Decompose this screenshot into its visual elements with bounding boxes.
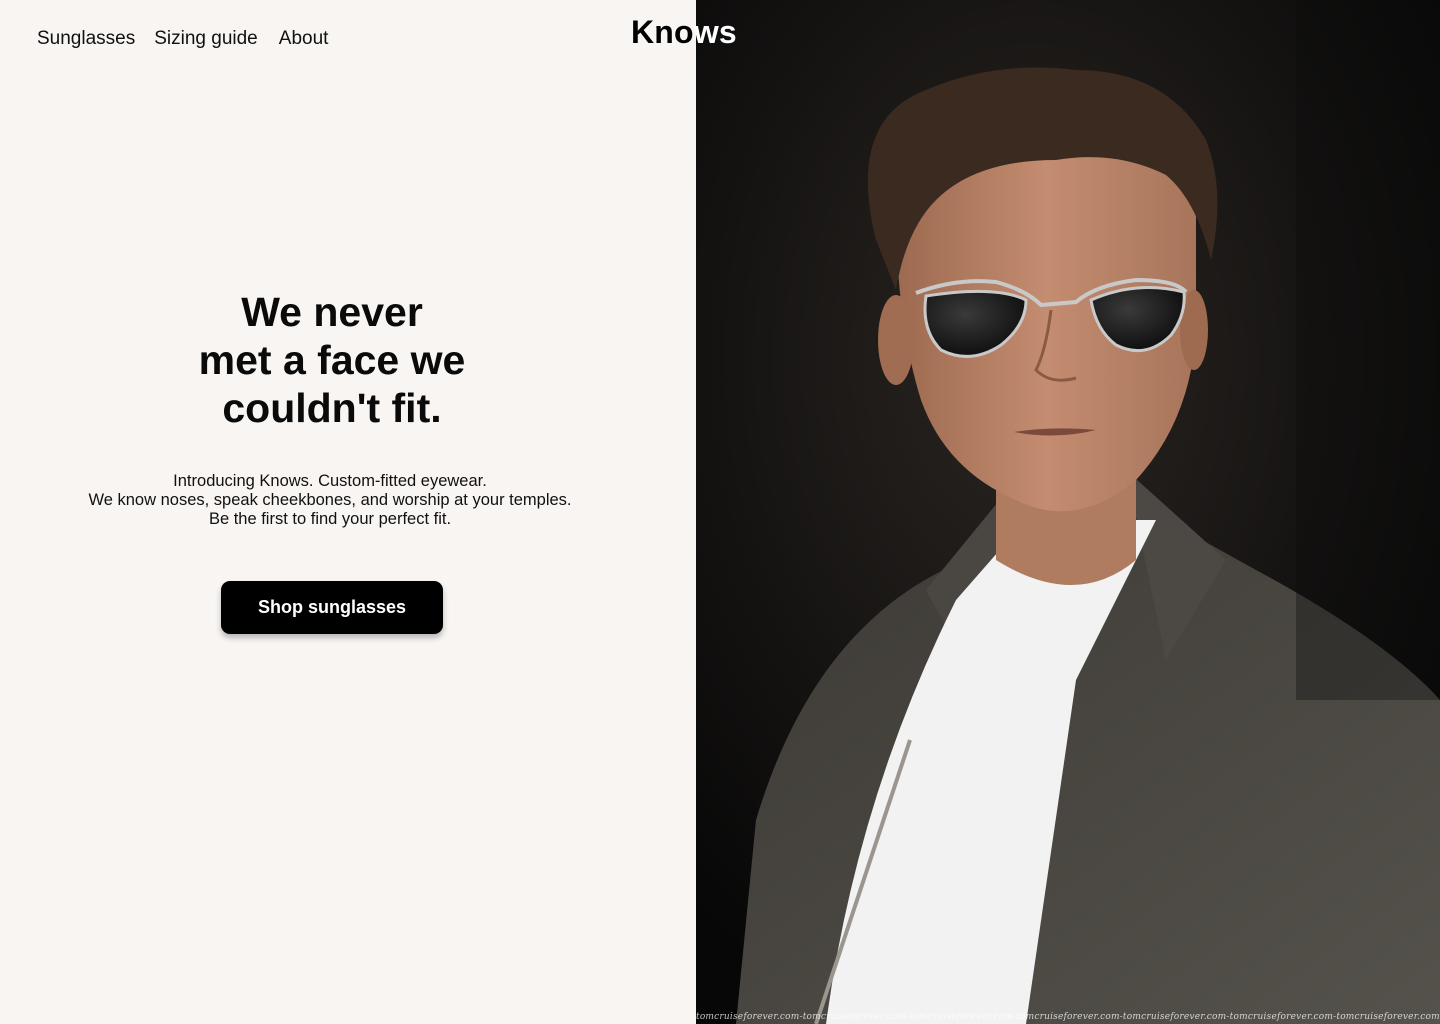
subtext-line: We know noses, speak cheekbones, and wor… — [88, 491, 572, 509]
nav-link-sunglasses[interactable]: Sunglasses — [37, 27, 135, 51]
headline-line: We never — [241, 289, 423, 335]
hero-headline: We never met a face we couldn't fit. — [82, 288, 582, 432]
nav-link-sizing-guide[interactable]: Sizing guide — [154, 27, 258, 51]
logo-dark-part: Kno — [631, 14, 694, 50]
hero-subtext: Introducing Knows. Custom-fitted eyewear… — [40, 472, 620, 529]
headline-line: met a face we — [198, 337, 466, 383]
subtext-line: Introducing Knows. Custom-fitted eyewear… — [173, 472, 487, 490]
shop-sunglasses-button[interactable]: Shop sunglasses — [221, 581, 443, 634]
headline-line: couldn't fit. — [222, 385, 442, 431]
main-nav: Sunglasses Sizing guide About — [37, 27, 328, 51]
nav-link-about[interactable]: About — [279, 27, 329, 51]
brand-logo[interactable]: Knows — [631, 13, 737, 51]
subtext-line: Be the first to find your perfect fit. — [208, 510, 452, 528]
hero-photo: tomcruiseforever.com-tomcruiseforever.co… — [696, 0, 1440, 1024]
portrait-illustration — [696, 0, 1440, 1024]
photo-watermark: tomcruiseforever.com-tomcruiseforever.co… — [696, 1012, 1440, 1022]
logo-light-part: ws — [693, 14, 737, 50]
